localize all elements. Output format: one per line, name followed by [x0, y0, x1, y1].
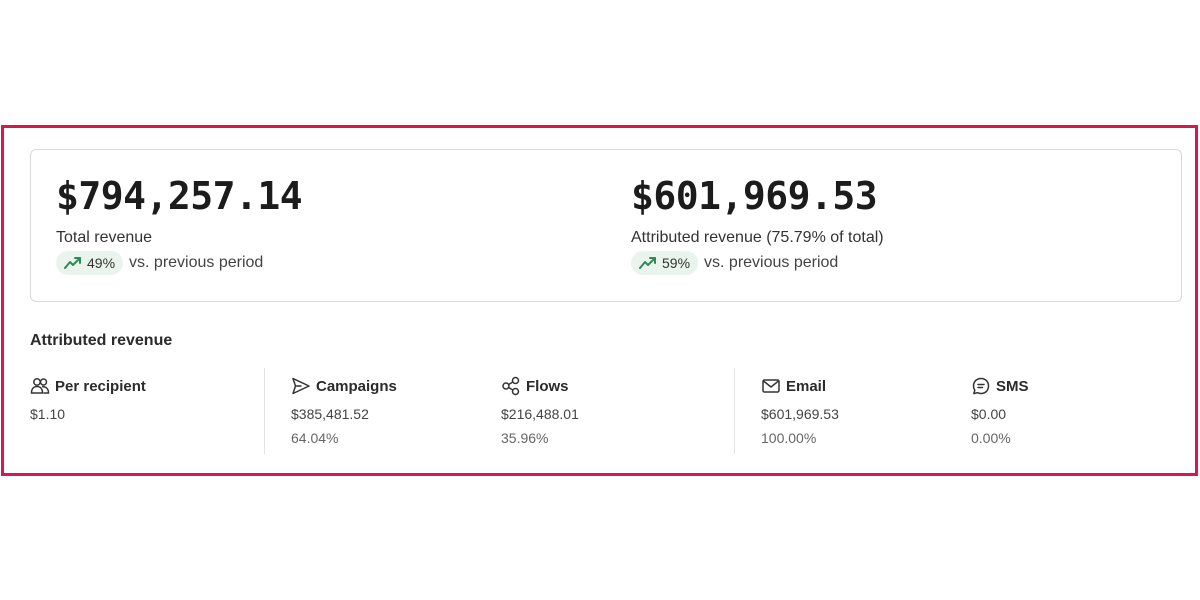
campaigns-value: $385,481.52 [291, 406, 369, 422]
users-icon [30, 376, 50, 396]
attributed-revenue-heading: Attributed revenue [30, 332, 173, 349]
campaigns-stat: Campaigns $385,481.52 64.04% [291, 375, 397, 447]
total-revenue-change-percent: 49% [87, 255, 116, 271]
flows-value: $216,488.01 [501, 406, 579, 422]
total-revenue-label: Total revenue [56, 229, 153, 246]
attributed-revenue-change-percent: 59% [662, 255, 691, 271]
total-revenue-change-badge: 49% [56, 251, 124, 275]
email-label: Email [786, 377, 827, 395]
campaigns-label: Campaigns [316, 377, 397, 395]
attributed-revenue-change-badge: 59% [631, 251, 699, 275]
attributed-revenue-label: Attributed revenue (75.79% of total) [631, 229, 884, 246]
attributed-revenue-value: $601,969.53 [631, 174, 878, 218]
flows-label: Flows [526, 377, 569, 395]
email-stat: Email $601,969.53 100.00% [761, 375, 839, 447]
total-revenue-change: 49% vs. previous period [56, 251, 263, 275]
send-icon [291, 376, 311, 396]
attributed-revenue-change: 59% vs. previous period [631, 251, 838, 275]
flows-stat: Flows $216,488.01 35.96% [501, 375, 579, 446]
mail-icon [761, 376, 781, 396]
divider [734, 368, 735, 454]
sms-label: SMS [996, 377, 1029, 395]
email-percent: 100.00% [761, 430, 817, 446]
per-recipient-stat: Per recipient $1.10 [30, 375, 146, 423]
highlight-frame: $794,257.14 Total revenue 49% vs. previo… [1, 125, 1198, 476]
email-value: $601,969.53 [761, 406, 839, 422]
sms-stat: SMS $0.00 0.00% [971, 375, 1029, 447]
trending-up-icon [64, 256, 82, 270]
total-revenue-value: $794,257.14 [56, 174, 303, 218]
divider [264, 368, 265, 454]
attributed-revenue-change-suffix: vs. previous period [704, 254, 839, 271]
trending-up-icon [639, 256, 657, 270]
per-recipient-label: Per recipient [55, 377, 146, 395]
campaigns-percent: 64.04% [291, 430, 339, 446]
per-recipient-value: $1.10 [30, 406, 66, 422]
revenue-summary-card: $794,257.14 Total revenue 49% vs. previo… [30, 149, 1182, 302]
message-icon [971, 376, 991, 396]
sms-percent: 0.00% [971, 430, 1011, 446]
sms-value: $0.00 [971, 406, 1007, 422]
flows-percent: 35.96% [501, 430, 549, 446]
flows-icon [501, 376, 521, 396]
total-revenue-change-suffix: vs. previous period [129, 254, 264, 271]
